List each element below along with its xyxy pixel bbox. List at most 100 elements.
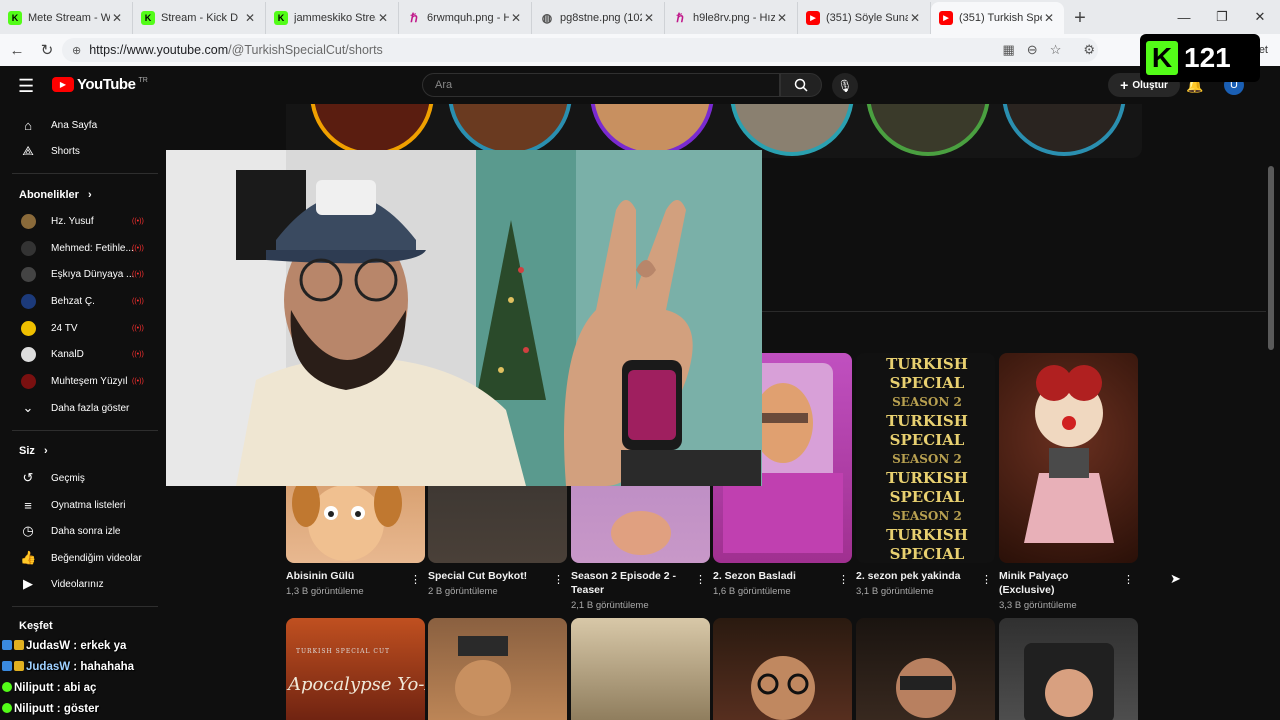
short-title[interactable]: 2. Sezon Basladi — [713, 569, 833, 583]
short-title[interactable]: Special Cut Boykot! — [428, 569, 548, 583]
back-icon[interactable]: ← — [2, 35, 32, 65]
browser-tab[interactable]: ◍ pg8stne.png (1024✕ — [532, 2, 665, 34]
sidebar-item-subscription[interactable]: Hz. Yusuf ((•)) — [4, 208, 158, 234]
short-title[interactable]: Abisinin Gülü — [286, 569, 406, 583]
story-thumb[interactable] — [866, 104, 990, 156]
kick-icon: K — [141, 11, 155, 25]
sidebar-item-subscription[interactable]: Behzat Ç. ((•)) — [4, 288, 158, 314]
short-title[interactable]: 2. sezon pek yakinda — [856, 569, 981, 583]
short-thumbnail[interactable]: TURKISH SPECIAL SEASON 2 TURKISH SPECIAL… — [856, 353, 995, 563]
sidebar-item-shorts[interactable]: ⟁ Shorts — [4, 138, 158, 164]
extensions-icon[interactable]: ⚙ — [1083, 42, 1095, 58]
sidebar-item-subscription[interactable]: Mehmed: Fetihle... ((•)) — [4, 235, 158, 261]
story-thumb[interactable] — [730, 104, 854, 156]
sidebar-item-label: Shorts — [51, 145, 80, 157]
scrollbar[interactable] — [1268, 166, 1274, 350]
story-thumb[interactable] — [448, 104, 572, 156]
live-icon: ((•)) — [132, 297, 144, 305]
browser-tab[interactable]: K Stream - Kick D ✕ — [133, 2, 266, 34]
close-tab-icon[interactable]: ✕ — [509, 11, 523, 25]
short-thumbnail-art — [455, 636, 511, 716]
short-thumbnail[interactable] — [571, 618, 710, 720]
chat-badge-icon — [2, 661, 12, 671]
chat-text: hahahaha — [80, 661, 135, 673]
close-tab-icon[interactable]: ✕ — [642, 11, 656, 25]
kick-logo-icon: K — [1146, 41, 1178, 75]
sidebar-item-home[interactable]: ⌂ Ana Sayfa — [4, 112, 158, 138]
browser-tab[interactable]: ℏ h9le8rv.png - Hızlı ✕ — [665, 2, 798, 34]
close-tab-icon[interactable]: ✕ — [243, 11, 257, 25]
short-thumbnail[interactable]: TURKISH SPECIAL CUT Apocalypse Yo-Now — [286, 618, 425, 720]
story-thumb[interactable] — [590, 104, 714, 156]
url-field[interactable]: ⊕ https://www.youtube.com/@TurkishSpecia… — [62, 38, 1098, 62]
menu-icon[interactable]: ☰ — [18, 76, 34, 97]
chat-message: JudasW : hahahaha — [2, 661, 134, 673]
webcam-overlay — [166, 150, 762, 486]
youtube-logo[interactable]: ▶ YouTube TR — [52, 76, 148, 93]
close-tab-icon[interactable]: ✕ — [775, 11, 789, 25]
sidebar-item-label: Mehmed: Fetihle... — [51, 242, 134, 254]
more-options-icon[interactable]: ⋮ — [410, 573, 421, 586]
app-icon[interactable]: ▦ — [1002, 42, 1014, 58]
more-options-icon[interactable]: ⋮ — [695, 573, 706, 586]
sidebar-item-subscription[interactable]: Eşkıya Dünyaya ... ((•)) — [4, 261, 158, 287]
new-tab-button[interactable]: + — [1064, 2, 1096, 34]
refresh-icon[interactable]: ↻ — [32, 35, 62, 65]
search-icon[interactable] — [780, 73, 822, 97]
more-options-icon[interactable]: ⋮ — [838, 573, 849, 586]
more-options-icon[interactable]: ⋮ — [981, 573, 992, 586]
zoom-icon[interactable]: ⊖ — [1027, 42, 1038, 58]
short-thumbnail[interactable] — [428, 618, 567, 720]
minimize-icon[interactable]: — — [1164, 0, 1204, 34]
mic-icon[interactable]: 🎙 — [832, 73, 858, 99]
close-tab-icon[interactable]: ✕ — [1042, 11, 1056, 25]
hizli-icon: ℏ — [676, 11, 684, 25]
short-title[interactable]: Season 2 Episode 2 - Teaser — [571, 569, 686, 597]
sidebar-item-subscription[interactable]: 24 TV ((•)) — [4, 315, 158, 341]
browser-tab[interactable]: Kjammeskiko Stream✕ — [266, 2, 399, 34]
browser-tab[interactable]: ▶ (351) Söyle Sunam✕ — [798, 2, 931, 34]
sidebar-item-liked[interactable]: 👍 Beğendiğim videolar — [4, 545, 158, 571]
channel-avatar — [21, 240, 36, 256]
channel-avatar — [21, 213, 36, 229]
browser-tab-active[interactable]: ▶ (351) Turkish Speci✕ — [931, 2, 1064, 34]
chat-badge-icon — [2, 703, 12, 713]
close-tab-icon[interactable]: ✕ — [376, 11, 390, 25]
sidebar-item-watch-later[interactable]: ◷ Daha sonra izle — [4, 518, 158, 544]
address-actions: ▦ ⊖ ☆ ⚙ — [1002, 42, 1095, 58]
sidebar-item-your-videos[interactable]: ▶ Videolarınız — [4, 571, 158, 597]
story-thumb[interactable] — [1002, 104, 1126, 156]
poster-line: TURKISH SPECIAL — [886, 412, 968, 449]
sidebar-item-history[interactable]: ↺ Geçmiş — [4, 465, 158, 491]
chevron-down-icon: ⌄ — [22, 400, 34, 415]
short-thumbnail-art — [1024, 365, 1114, 543]
close-tab-icon[interactable]: ✕ — [908, 11, 922, 25]
show-more-button[interactable]: ⌄ Daha fazla göster — [4, 395, 158, 421]
sidebar-item-subscription[interactable]: KanalD ((•)) — [4, 341, 158, 367]
site-info-icon[interactable]: ⊕ — [72, 44, 81, 57]
short-thumbnail[interactable] — [999, 353, 1138, 563]
tab-title: jammeskiko Stream — [294, 12, 376, 24]
more-options-icon[interactable]: ⋮ — [553, 573, 564, 586]
story-thumb[interactable] — [310, 104, 434, 156]
short-thumbnail-art — [751, 656, 815, 720]
short-views: 2 B görüntüleme — [428, 586, 498, 597]
search-input[interactable]: Ara — [422, 73, 780, 97]
star-icon[interactable]: ☆ — [1050, 42, 1062, 58]
short-thumbnail[interactable] — [713, 618, 852, 720]
you-title: Siz — [19, 445, 35, 457]
short-title[interactable]: Minik Palyaço (Exclusive) — [999, 569, 1114, 597]
close-window-icon[interactable]: ✕ — [1240, 0, 1280, 34]
subscriptions-header[interactable]: Abonelikler › — [19, 189, 92, 201]
browser-tab[interactable]: K Mete Stream - Wat✕ — [0, 2, 133, 34]
close-tab-icon[interactable]: ✕ — [110, 11, 124, 25]
short-thumbnail[interactable] — [999, 618, 1138, 720]
short-thumbnail[interactable] — [856, 618, 995, 720]
maximize-icon[interactable]: ❐ — [1202, 0, 1242, 34]
sidebar-item-playlists[interactable]: ≡ Oynatma listeleri — [4, 492, 158, 518]
browser-tab[interactable]: ℏ 6rwmquh.png - Hız✕ — [399, 2, 532, 34]
you-header[interactable]: Siz › — [19, 445, 48, 457]
divider — [12, 606, 158, 607]
more-options-icon[interactable]: ⋮ — [1123, 573, 1134, 586]
sidebar-item-subscription[interactable]: Muhteşem Yüzyıl ((•)) — [4, 368, 158, 394]
